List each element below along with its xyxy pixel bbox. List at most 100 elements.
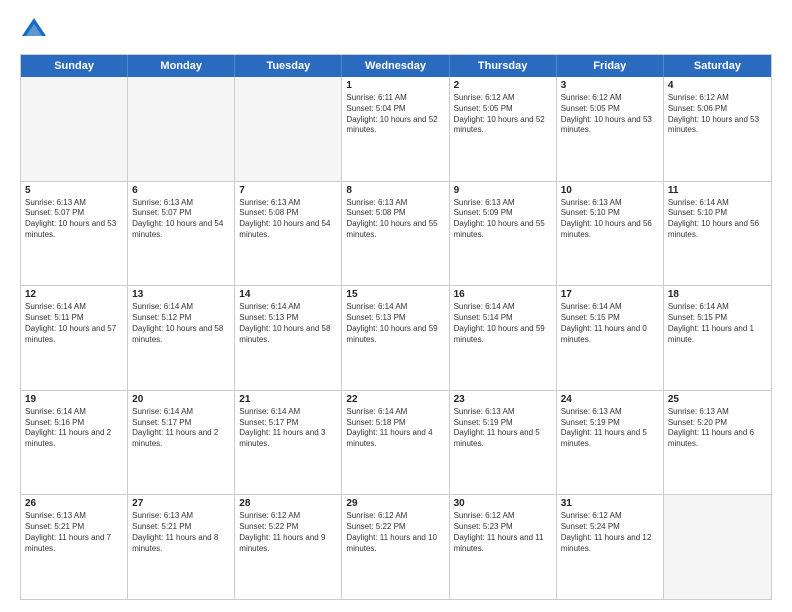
cell-text: Sunrise: 6:14 AMSunset: 5:13 PMDaylight:… [346, 302, 444, 345]
calendar-row: 5 Sunrise: 6:13 AMSunset: 5:07 PMDaylight… [21, 181, 771, 286]
cell-text: Sunrise: 6:13 AMSunset: 5:21 PMDaylight:… [25, 511, 123, 554]
cell-text: Sunrise: 6:12 AMSunset: 5:23 PMDaylight:… [454, 511, 552, 554]
cell-text: Sunrise: 6:12 AMSunset: 5:24 PMDaylight:… [561, 511, 659, 554]
calendar-cell: 3 Sunrise: 6:12 AMSunset: 5:05 PMDaylight… [557, 77, 664, 181]
day-number: 7 [239, 185, 337, 196]
day-number: 15 [346, 289, 444, 300]
cell-text: Sunrise: 6:14 AMSunset: 5:14 PMDaylight:… [454, 302, 552, 345]
cell-text: Sunrise: 6:14 AMSunset: 5:16 PMDaylight:… [25, 407, 123, 450]
cell-text: Sunrise: 6:13 AMSunset: 5:19 PMDaylight:… [561, 407, 659, 450]
calendar-row: 19 Sunrise: 6:14 AMSunset: 5:16 PMDayligh… [21, 390, 771, 495]
cell-text: Sunrise: 6:13 AMSunset: 5:09 PMDaylight:… [454, 198, 552, 241]
page: SundayMondayTuesdayWednesdayThursdayFrid… [0, 0, 792, 612]
weekday-header: Thursday [450, 55, 557, 77]
weekday-header: Sunday [21, 55, 128, 77]
cell-text: Sunrise: 6:14 AMSunset: 5:17 PMDaylight:… [132, 407, 230, 450]
calendar-cell: 2 Sunrise: 6:12 AMSunset: 5:05 PMDaylight… [450, 77, 557, 181]
calendar-row: 26 Sunrise: 6:13 AMSunset: 5:21 PMDayligh… [21, 494, 771, 599]
day-number: 23 [454, 394, 552, 405]
calendar-cell: 10 Sunrise: 6:13 AMSunset: 5:10 PMDayligh… [557, 182, 664, 286]
day-number: 26 [25, 498, 123, 509]
day-number: 30 [454, 498, 552, 509]
day-number: 25 [668, 394, 767, 405]
calendar-cell: 31 Sunrise: 6:12 AMSunset: 5:24 PMDayligh… [557, 495, 664, 599]
cell-text: Sunrise: 6:14 AMSunset: 5:15 PMDaylight:… [561, 302, 659, 345]
calendar-cell: 14 Sunrise: 6:14 AMSunset: 5:13 PMDayligh… [235, 286, 342, 390]
day-number: 22 [346, 394, 444, 405]
calendar-cell: 19 Sunrise: 6:14 AMSunset: 5:16 PMDayligh… [21, 391, 128, 495]
day-number: 17 [561, 289, 659, 300]
cell-text: Sunrise: 6:13 AMSunset: 5:20 PMDaylight:… [668, 407, 767, 450]
day-number: 21 [239, 394, 337, 405]
day-number: 28 [239, 498, 337, 509]
calendar-cell: 1 Sunrise: 6:11 AMSunset: 5:04 PMDaylight… [342, 77, 449, 181]
calendar-cell: 25 Sunrise: 6:13 AMSunset: 5:20 PMDayligh… [664, 391, 771, 495]
cell-text: Sunrise: 6:14 AMSunset: 5:11 PMDaylight:… [25, 302, 123, 345]
day-number: 11 [668, 185, 767, 196]
calendar-cell: 7 Sunrise: 6:13 AMSunset: 5:08 PMDaylight… [235, 182, 342, 286]
day-number: 6 [132, 185, 230, 196]
cell-text: Sunrise: 6:14 AMSunset: 5:13 PMDaylight:… [239, 302, 337, 345]
calendar-row: 1 Sunrise: 6:11 AMSunset: 5:04 PMDaylight… [21, 77, 771, 181]
calendar-cell: 6Sunrise: 6:13 AMSunset: 5:07 PMDaylight… [128, 182, 235, 286]
calendar-cell: 11 Sunrise: 6:14 AMSunset: 5:10 PMDayligh… [664, 182, 771, 286]
cell-text: Sunrise: 6:13 AMSunset: 5:07 PMDaylight:… [25, 198, 123, 241]
logo [20, 16, 52, 44]
cell-text: Sunrise: 6:14 AMSunset: 5:10 PMDaylight:… [668, 198, 767, 241]
calendar-cell: 15 Sunrise: 6:14 AMSunset: 5:13 PMDayligh… [342, 286, 449, 390]
cell-text: Sunrise: 6:12 AMSunset: 5:05 PMDaylight:… [454, 93, 552, 136]
calendar-cell: 22 Sunrise: 6:14 AMSunset: 5:18 PMDayligh… [342, 391, 449, 495]
calendar-cell: 27Sunrise: 6:13 AMSunset: 5:21 PMDayligh… [128, 495, 235, 599]
cell-text: Sunrise: 6:13 AMSunset: 5:19 PMDaylight:… [454, 407, 552, 450]
cell-text: Sunrise: 6:14 AMSunset: 5:18 PMDaylight:… [346, 407, 444, 450]
calendar-cell: 30 Sunrise: 6:12 AMSunset: 5:23 PMDayligh… [450, 495, 557, 599]
calendar-cell: 23 Sunrise: 6:13 AMSunset: 5:19 PMDayligh… [450, 391, 557, 495]
calendar-row: 12Sunrise: 6:14 AMSunset: 5:11 PMDayligh… [21, 285, 771, 390]
cell-text: Sunrise: 6:12 AMSunset: 5:05 PMDaylight:… [561, 93, 659, 136]
day-number: 24 [561, 394, 659, 405]
calendar-cell [235, 77, 342, 181]
calendar-header: SundayMondayTuesdayWednesdayThursdayFrid… [21, 55, 771, 77]
day-number: 13 [132, 289, 230, 300]
calendar-cell: 21Sunrise: 6:14 AMSunset: 5:17 PMDayligh… [235, 391, 342, 495]
cell-text: Sunrise: 6:12 AMSunset: 5:22 PMDaylight:… [346, 511, 444, 554]
day-number: 18 [668, 289, 767, 300]
calendar-cell: 24 Sunrise: 6:13 AMSunset: 5:19 PMDayligh… [557, 391, 664, 495]
cell-text: Sunrise: 6:11 AMSunset: 5:04 PMDaylight:… [346, 93, 444, 136]
weekday-header: Wednesday [342, 55, 449, 77]
day-number: 2 [454, 80, 552, 91]
day-number: 27 [132, 498, 230, 509]
day-number: 10 [561, 185, 659, 196]
day-number: 31 [561, 498, 659, 509]
cell-text: Sunrise: 6:13 AMSunset: 5:10 PMDaylight:… [561, 198, 659, 241]
calendar-body: 1 Sunrise: 6:11 AMSunset: 5:04 PMDaylight… [21, 77, 771, 599]
calendar-cell: 4Sunrise: 6:12 AMSunset: 5:06 PMDaylight… [664, 77, 771, 181]
weekday-header: Tuesday [235, 55, 342, 77]
day-number: 19 [25, 394, 123, 405]
cell-text: Sunrise: 6:13 AMSunset: 5:08 PMDaylight:… [239, 198, 337, 241]
day-number: 14 [239, 289, 337, 300]
weekday-header: Friday [557, 55, 664, 77]
calendar-cell: 20Sunrise: 6:14 AMSunset: 5:17 PMDayligh… [128, 391, 235, 495]
calendar-cell: 29 Sunrise: 6:12 AMSunset: 5:22 PMDayligh… [342, 495, 449, 599]
weekday-header: Saturday [664, 55, 771, 77]
calendar-cell [128, 77, 235, 181]
day-number: 5 [25, 185, 123, 196]
cell-text: Sunrise: 6:12 AMSunset: 5:06 PMDaylight:… [668, 93, 767, 136]
calendar: SundayMondayTuesdayWednesdayThursdayFrid… [20, 54, 772, 600]
day-number: 3 [561, 80, 659, 91]
calendar-cell [664, 495, 771, 599]
calendar-cell: 13Sunrise: 6:14 AMSunset: 5:12 PMDayligh… [128, 286, 235, 390]
calendar-cell: 28Sunrise: 6:12 AMSunset: 5:22 PMDayligh… [235, 495, 342, 599]
day-number: 9 [454, 185, 552, 196]
day-number: 1 [346, 80, 444, 91]
header [20, 16, 772, 44]
cell-text: Sunrise: 6:14 AMSunset: 5:15 PMDaylight:… [668, 302, 767, 345]
calendar-cell: 16Sunrise: 6:14 AMSunset: 5:14 PMDayligh… [450, 286, 557, 390]
calendar-cell: 5 Sunrise: 6:13 AMSunset: 5:07 PMDaylight… [21, 182, 128, 286]
day-number: 29 [346, 498, 444, 509]
calendar-cell: 26 Sunrise: 6:13 AMSunset: 5:21 PMDayligh… [21, 495, 128, 599]
logo-icon [20, 16, 48, 44]
calendar-cell: 9 Sunrise: 6:13 AMSunset: 5:09 PMDaylight… [450, 182, 557, 286]
weekday-header: Monday [128, 55, 235, 77]
